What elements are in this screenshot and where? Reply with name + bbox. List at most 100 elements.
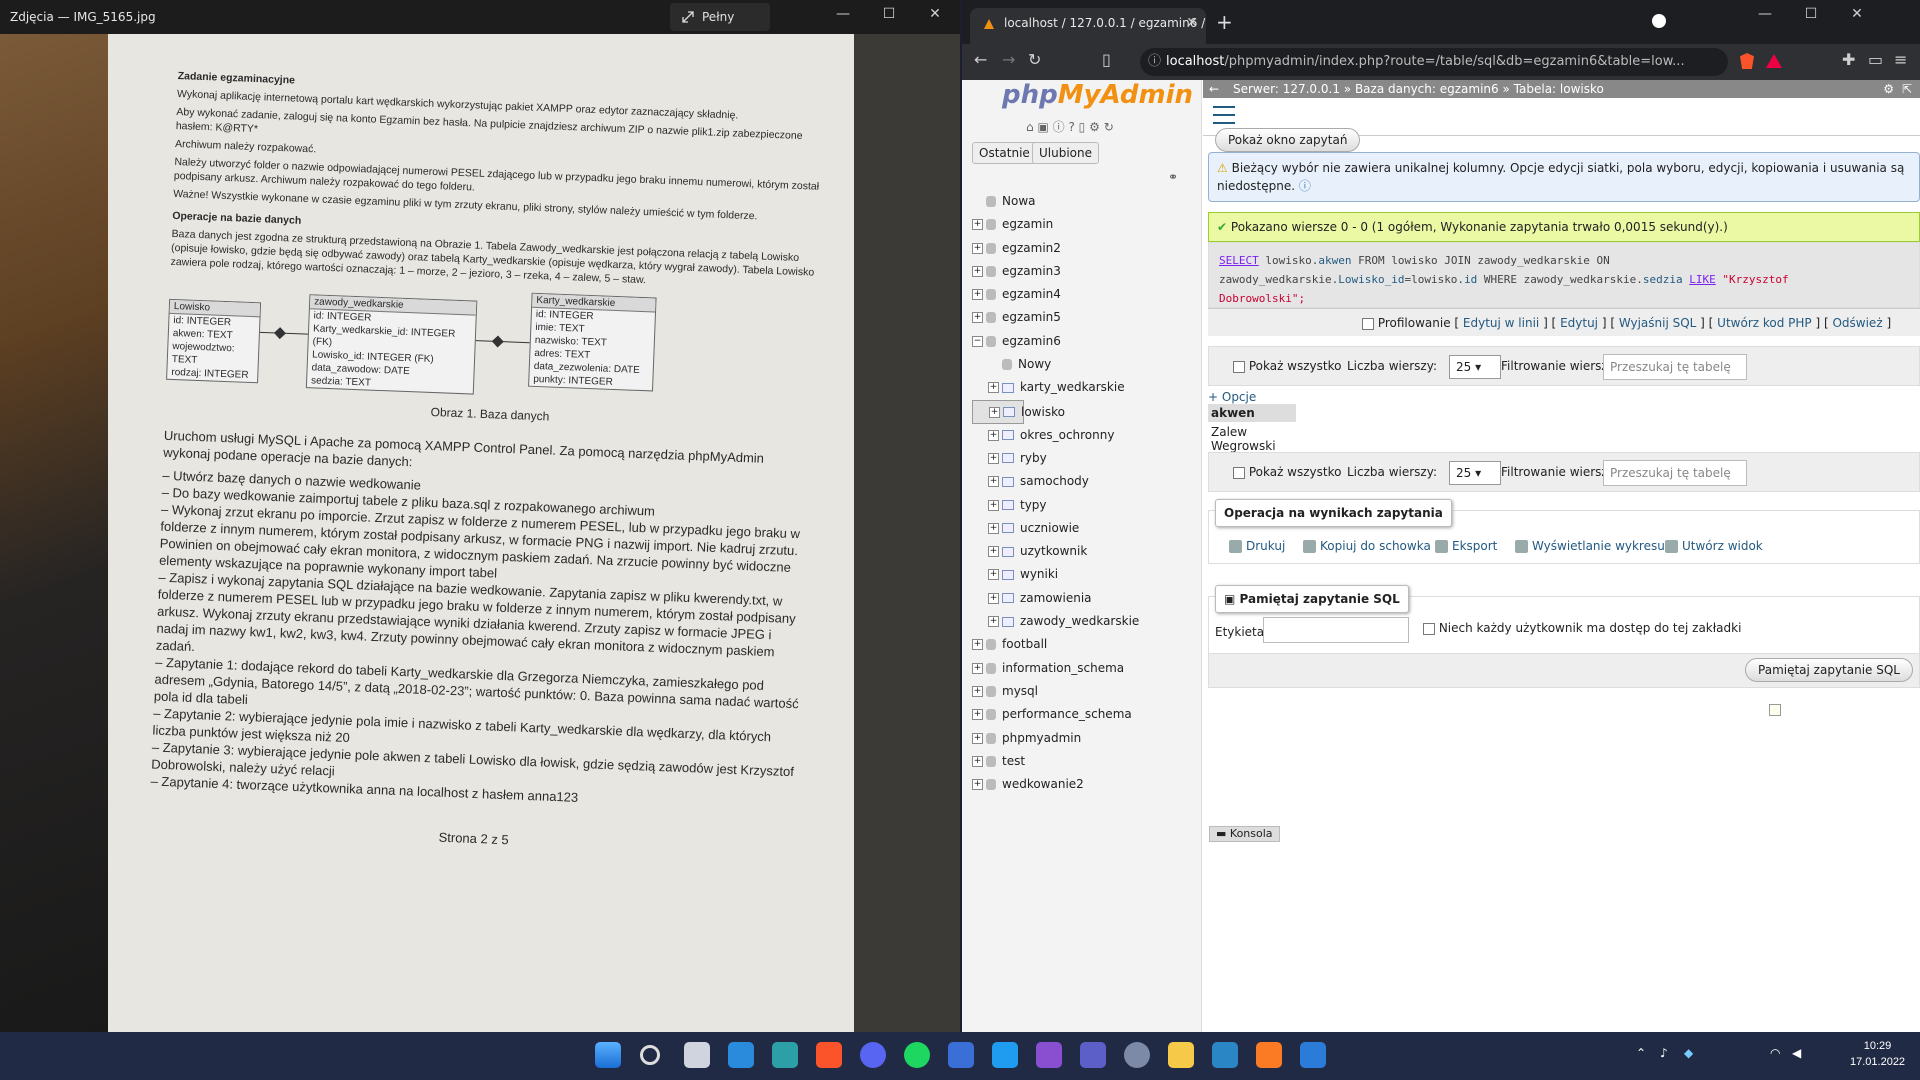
breadcrumb-server[interactable]: Serwer: 127.0.0.1 xyxy=(1233,82,1340,96)
expand-icon[interactable]: + xyxy=(989,406,1000,418)
help-icon[interactable]: ⓘ xyxy=(1299,179,1311,193)
tree-item-nowy[interactable]: Nowy xyxy=(972,353,1202,376)
tree-item-information-schema[interactable]: + information_schema xyxy=(972,657,1202,680)
bookmark-save-button[interactable]: Pamiętaj zapytanie SQL xyxy=(1745,658,1913,682)
copy-clipboard-link[interactable]: Kopiuj do schowka xyxy=(1303,539,1431,553)
tree-item-uczniowie[interactable]: + uczniowie xyxy=(972,517,1202,540)
tree-item-egzamin5[interactable]: + egzamin5 xyxy=(972,306,1202,329)
menu-icon[interactable]: ≡ xyxy=(1894,50,1907,69)
logout-icon[interactable]: ▣ xyxy=(1037,120,1048,134)
expand-icon[interactable]: + xyxy=(988,592,999,604)
expand-icon[interactable]: + xyxy=(988,522,999,534)
expand-icon[interactable]: + xyxy=(972,312,983,324)
tree-item-ryby[interactable]: + ryby xyxy=(972,447,1202,470)
tree-item-mysql[interactable]: + mysql xyxy=(972,680,1202,703)
close-tab-icon[interactable]: ✕ xyxy=(1186,8,1198,38)
expand-icon[interactable]: + xyxy=(972,732,983,744)
show-query-box-button[interactable]: Pokaż okno zapytań xyxy=(1215,128,1361,152)
tree-item-lowisko[interactable]: + lowisko xyxy=(972,399,1065,424)
filter-input-bottom[interactable]: Przeszukaj tę tabelę xyxy=(1603,459,1747,486)
expand-icon[interactable]: + xyxy=(972,662,983,674)
sidebar-icon[interactable]: ▭ xyxy=(1868,50,1883,69)
link-php-code[interactable]: Utwórz kod PHP xyxy=(1717,316,1811,330)
expand-icon[interactable]: + xyxy=(988,476,999,488)
tree-item-test[interactable]: + test xyxy=(972,750,1202,773)
photos-app-icon[interactable] xyxy=(1212,1042,1238,1068)
expand-icon[interactable]: + xyxy=(972,219,983,231)
site-info-icon[interactable]: ⓘ xyxy=(1148,48,1161,76)
tray-chevron-icon[interactable]: ⌃ xyxy=(1636,1046,1646,1060)
expand-icon[interactable]: + xyxy=(972,265,983,277)
tree-item-nowa[interactable]: Nowa xyxy=(972,190,1202,213)
brave-shield-icon[interactable] xyxy=(1740,53,1754,69)
tree-item-performance-schema[interactable]: + performance_schema xyxy=(972,703,1202,726)
options-link[interactable]: + Opcje xyxy=(1208,390,1256,404)
xampp-icon[interactable] xyxy=(1256,1042,1282,1068)
new-tab-button[interactable]: + xyxy=(1216,10,1233,34)
store-icon[interactable] xyxy=(948,1042,974,1068)
tree-item-zamowienia[interactable]: + zamowienia xyxy=(972,587,1202,610)
console-tab[interactable]: ▬ Konsola xyxy=(1209,826,1280,842)
file-explorer-icon[interactable] xyxy=(1168,1042,1194,1068)
tree-item-phpmyadmin[interactable]: + phpmyadmin xyxy=(972,727,1202,750)
clock[interactable]: 10:29 17.01.2022 xyxy=(1850,1038,1905,1070)
wifi-icon[interactable]: ◠ xyxy=(1770,1046,1780,1060)
create-view-link[interactable]: Utwórz widok xyxy=(1665,539,1763,553)
expand-icon[interactable]: + xyxy=(988,499,999,511)
bookmark-icon[interactable]: ▯ xyxy=(1102,50,1111,69)
tree-item-football[interactable]: + football xyxy=(972,633,1202,656)
home-icon[interactable]: ⌂ xyxy=(1026,120,1034,134)
settings-icon[interactable]: ⚙ xyxy=(1089,120,1100,134)
brave-icon[interactable] xyxy=(816,1042,842,1068)
bookmark-label-input[interactable] xyxy=(1263,617,1409,643)
back-icon[interactable]: ← xyxy=(974,50,987,69)
expand-icon[interactable]: + xyxy=(972,639,983,651)
settings-app-icon[interactable] xyxy=(1124,1042,1150,1068)
link-icon[interactable]: ⚭ xyxy=(1168,170,1178,184)
query-icon[interactable]: ⓘ xyxy=(1053,120,1065,134)
fullscreen-button[interactable]: Pełny ekran xyxy=(670,3,770,52)
expand-icon[interactable]: + xyxy=(972,685,983,697)
brave-rewards-icon[interactable] xyxy=(1766,54,1782,68)
expand-icon[interactable]: + xyxy=(988,452,999,464)
start-icon[interactable] xyxy=(595,1042,621,1068)
tree-item-egzamin2[interactable]: + egzamin2 xyxy=(972,237,1202,260)
forward-icon[interactable]: → xyxy=(1002,50,1015,69)
maximize-button[interactable]: ☐ xyxy=(866,6,912,22)
minimize-button[interactable]: — xyxy=(820,6,866,22)
task-view-icon[interactable] xyxy=(684,1042,710,1068)
reload-icon[interactable]: ↻ xyxy=(1028,50,1041,69)
breadcrumb-db[interactable]: Baza danych: egzamin6 xyxy=(1355,82,1499,96)
extensions-icon[interactable]: ✚ xyxy=(1842,50,1855,69)
expand-icon[interactable]: + xyxy=(988,382,999,394)
tab-recent[interactable]: Ostatnie xyxy=(972,142,1037,164)
expand-icon[interactable] xyxy=(988,359,999,370)
rows-select[interactable]: 25 ▾ xyxy=(1449,354,1501,379)
maximize-panel-icon[interactable]: ⇱ xyxy=(1902,80,1912,98)
notepad-icon[interactable] xyxy=(1300,1042,1326,1068)
column-header-akwen[interactable]: akwen xyxy=(1208,404,1296,422)
browser-tab[interactable]: localhost / 127.0.0.1 / egzamin6 / ✕ xyxy=(970,8,1206,44)
tree-item-okres-ochronny[interactable]: + okres_ochronny xyxy=(972,424,1202,447)
tree-item-zawody-wedkarskie[interactable]: + zawody_wedkarskie xyxy=(972,610,1202,633)
expand-icon[interactable]: + xyxy=(988,429,999,441)
tree-item-egzamin[interactable]: + egzamin xyxy=(972,213,1202,236)
tree-item-egzamin4[interactable]: + egzamin4 xyxy=(972,283,1202,306)
breadcrumb-table[interactable]: Tabela: lowisko xyxy=(1514,82,1604,96)
search-icon[interactable] xyxy=(640,1045,660,1065)
print-link[interactable]: Drukuj xyxy=(1229,539,1285,553)
clipboard-note-icon[interactable] xyxy=(1769,704,1781,716)
expand-icon[interactable]: + xyxy=(972,289,983,301)
vscode-icon[interactable] xyxy=(992,1042,1018,1068)
phpmyadmin-logo[interactable]: phpMyAdmin xyxy=(1002,80,1193,110)
docs-icon[interactable]: ? xyxy=(1068,120,1074,134)
visual-studio-icon[interactable] xyxy=(1036,1042,1062,1068)
link-explain[interactable]: Wyjaśnij SQL xyxy=(1619,316,1697,330)
profiling-checkbox[interactable] xyxy=(1362,317,1374,330)
browser-minimize-button[interactable]: — xyxy=(1742,6,1788,22)
discord-icon[interactable] xyxy=(860,1042,886,1068)
collapse-icon[interactable]: ← xyxy=(1209,80,1219,98)
tree-item-karty-wedkarskie[interactable]: + karty_wedkarskie xyxy=(972,376,1202,399)
show-all-checkbox-bottom[interactable] xyxy=(1233,466,1245,479)
desktop-icon[interactable] xyxy=(772,1042,798,1068)
